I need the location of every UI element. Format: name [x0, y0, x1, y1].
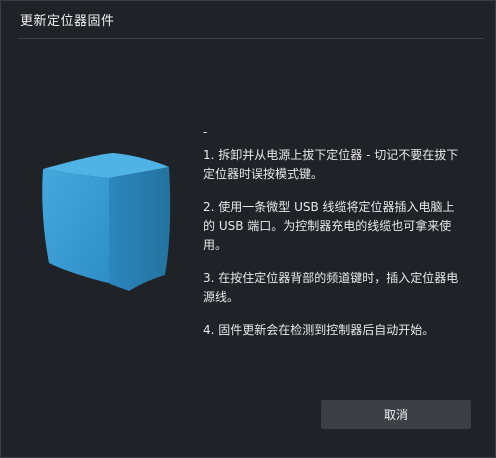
- instruction-step-4: 4. 固件更新会在检测到控制器后自动开始。: [203, 323, 435, 337]
- title-bar: 更新定位器固件: [1, 1, 495, 37]
- cancel-button[interactable]: 取消: [321, 400, 471, 429]
- title-divider: [18, 38, 484, 39]
- positioner-device-cube-icon: [39, 151, 173, 293]
- instructions-text: - 1. 拆卸并从电源上拔下定位器 - 切记不要在拔下定位器时误按模式键。 2.…: [203, 123, 465, 354]
- firmware-update-dialog: 更新定位器固件 - 1. 拆卸并从电源上拔下定位器 - 切记不要在拔下定位器时误…: [0, 0, 496, 458]
- instructions-lead: -: [203, 125, 208, 139]
- instruction-step-2: 2. 使用一条微型 USB 线缆将定位器插入电脑上的 USB 端口。为控制器充电…: [203, 200, 455, 252]
- instruction-step-1: 1. 拆卸并从电源上拔下定位器 - 切记不要在拔下定位器时误按模式键。: [203, 148, 459, 181]
- dialog-title: 更新定位器固件: [20, 14, 115, 29]
- instruction-step-3: 3. 在按住定位器背部的频道键时，插入定位器电源线。: [203, 271, 459, 304]
